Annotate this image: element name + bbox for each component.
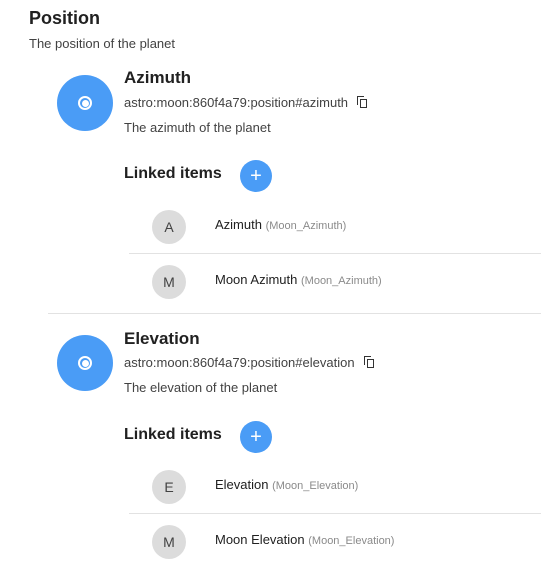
linked-item[interactable]: A Azimuth (Moon_Azimuth) [129, 199, 541, 253]
item-label-text: Elevation [215, 477, 269, 492]
item-label: Moon Azimuth (Moon_Azimuth) [215, 272, 382, 287]
add-link-button[interactable]: + [240, 160, 272, 192]
channel-uid-text: astro:moon:860f4a79:position#elevation [124, 355, 355, 370]
radio-button-icon [57, 335, 113, 391]
channel-label: Azimuth [124, 68, 192, 87]
group-title: Position [29, 8, 100, 28]
linked-items-title: Linked items [124, 165, 222, 182]
item-avatar: E [152, 470, 186, 504]
item-avatar: M [152, 525, 186, 559]
channel-uid: astro:moon:860f4a79:position#azimuth [124, 95, 369, 110]
copy-icon[interactable] [363, 356, 376, 368]
item-label: Azimuth (Moon_Azimuth) [215, 217, 346, 232]
radio-button-icon [57, 75, 113, 131]
channel-uid-text: astro:moon:860f4a79:position#azimuth [124, 95, 349, 110]
channel-divider [48, 313, 541, 314]
item-label: Moon Elevation (Moon_Elevation) [215, 532, 394, 547]
linked-item[interactable]: E Elevation (Moon_Elevation) [129, 459, 541, 513]
item-name: (Moon_Azimuth) [301, 275, 382, 287]
channel-description: The elevation of the planet [124, 380, 278, 395]
item-avatar: M [152, 265, 186, 299]
item-name: (Moon_Elevation) [308, 535, 395, 547]
channel-label: Elevation [124, 329, 200, 348]
item-name: (Moon_Elevation) [272, 480, 359, 492]
item-label-text: Azimuth [215, 217, 262, 232]
item-avatar: A [152, 210, 186, 244]
item-label: Elevation (Moon_Elevation) [215, 477, 358, 492]
item-label-text: Moon Elevation [215, 532, 305, 547]
item-label-text: Moon Azimuth [215, 272, 298, 287]
channel-uid: astro:moon:860f4a79:position#elevation [124, 355, 376, 370]
linked-items-title: Linked items [124, 426, 222, 443]
add-link-button[interactable]: + [240, 421, 272, 453]
linked-item[interactable]: M Moon Azimuth (Moon_Azimuth) [129, 254, 541, 308]
copy-icon[interactable] [357, 96, 369, 108]
group-description: The position of the planet [29, 36, 175, 51]
channel-description: The azimuth of the planet [124, 120, 271, 135]
item-name: (Moon_Azimuth) [265, 220, 347, 232]
linked-item[interactable]: M Moon Elevation (Moon_Elevation) [129, 514, 541, 568]
